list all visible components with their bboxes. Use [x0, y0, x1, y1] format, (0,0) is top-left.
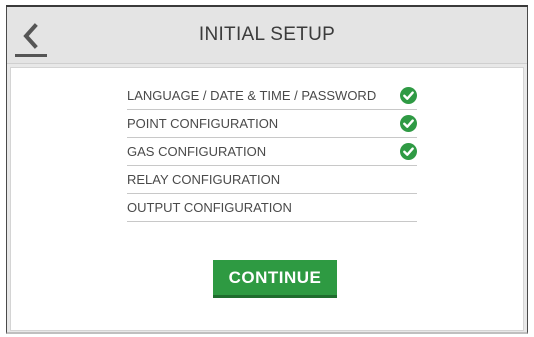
step-label: POINT CONFIGURATION [127, 116, 279, 131]
setup-step-gas-configuration[interactable]: GAS CONFIGURATION [127, 138, 417, 166]
setup-panel: LANGUAGE / DATE & TIME / PASSWORD POINT … [10, 67, 524, 331]
step-label: OUTPUT CONFIGURATION [127, 200, 292, 215]
screen: INITIAL SETUP LANGUAGE / DATE & TIME / P… [6, 5, 528, 334]
step-label: LANGUAGE / DATE & TIME / PASSWORD [127, 88, 377, 103]
back-button[interactable] [15, 19, 47, 57]
setup-step-language[interactable]: LANGUAGE / DATE & TIME / PASSWORD [127, 82, 417, 110]
step-label: GAS CONFIGURATION [127, 144, 267, 159]
header-bar: INITIAL SETUP [7, 7, 527, 64]
setup-step-list: LANGUAGE / DATE & TIME / PASSWORD POINT … [127, 82, 417, 222]
check-circle-icon [400, 143, 417, 160]
setup-step-point-configuration[interactable]: POINT CONFIGURATION [127, 110, 417, 138]
screen-top-edge [6, 5, 528, 7]
check-circle-icon [400, 115, 417, 132]
device-frame: INITIAL SETUP LANGUAGE / DATE & TIME / P… [0, 0, 534, 337]
setup-step-output-configuration[interactable]: OUTPUT CONFIGURATION [127, 194, 417, 222]
check-circle-icon [400, 87, 417, 104]
setup-step-relay-configuration[interactable]: RELAY CONFIGURATION [127, 166, 417, 194]
page-title: INITIAL SETUP [198, 24, 336, 45]
step-label: RELAY CONFIGURATION [127, 172, 281, 187]
chevron-left-icon [23, 23, 38, 49]
continue-button[interactable]: CONTINUE [213, 260, 337, 298]
